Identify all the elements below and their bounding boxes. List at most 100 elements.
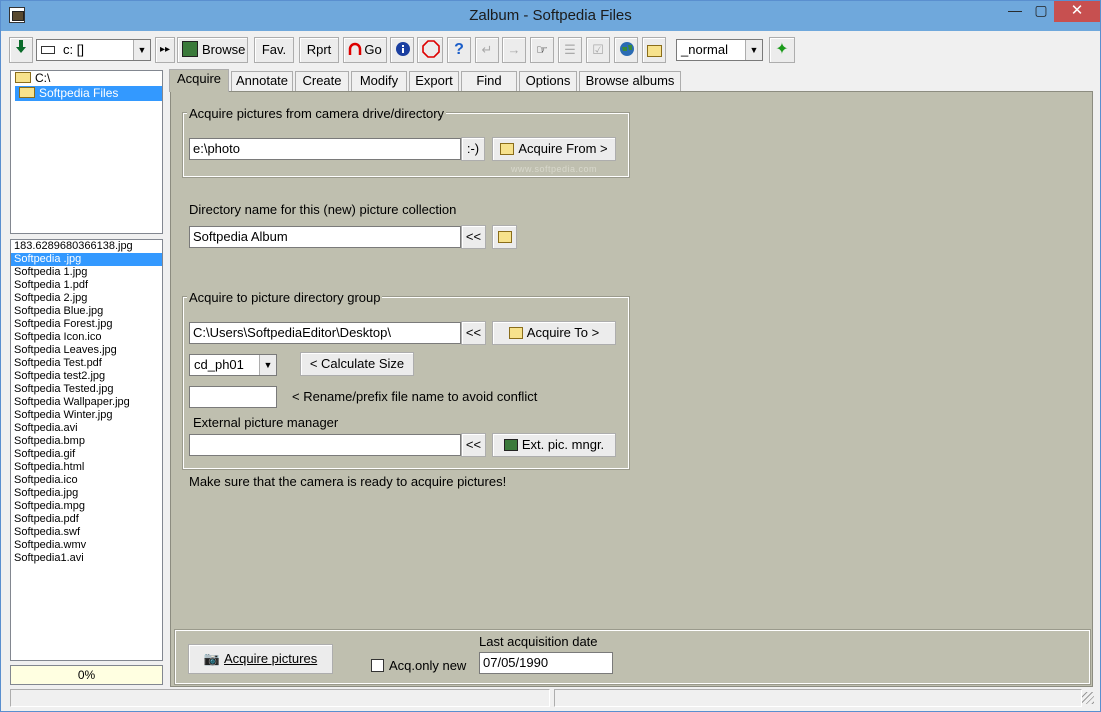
info-icon xyxy=(396,42,410,56)
drive-value: c: [] xyxy=(63,42,84,57)
file-list[interactable]: 183.6289680366138.jpg Softpedia .jpg Sof… xyxy=(10,239,163,661)
tab-browse-albums[interactable]: Browse albums xyxy=(579,71,681,91)
rename-input[interactable] xyxy=(189,386,277,408)
picture-icon xyxy=(182,41,198,57)
run-button[interactable]: ✦ xyxy=(769,37,795,63)
dir-name-back-button[interactable]: << xyxy=(461,225,486,249)
check-list-icon: ☑ xyxy=(592,42,604,57)
check-list-button[interactable]: ☑ xyxy=(586,37,610,63)
list-button[interactable]: ☰ xyxy=(558,37,582,63)
maximize-button[interactable]: ▢ xyxy=(1028,1,1054,22)
progress-indicator: 0% xyxy=(10,665,163,685)
list-item[interactable]: Softpedia Winter.jpg xyxy=(11,409,162,422)
last-date-input[interactable]: 07/05/1990 xyxy=(479,652,613,674)
tab-find[interactable]: Find xyxy=(461,71,517,91)
list-item[interactable]: Softpedia Icon.ico xyxy=(11,331,162,344)
list-item[interactable]: Softpedia Blue.jpg xyxy=(11,305,162,318)
target-path-back-button[interactable]: << xyxy=(461,321,486,345)
toolbar: c: [] ▼ ▸▸ Browse Fav. Rprt Go ? ↵ → ☞ ☰… xyxy=(9,37,1094,65)
go-button[interactable]: Go xyxy=(343,37,387,63)
list-item[interactable]: Softpedia.ico xyxy=(11,474,162,487)
tab-create[interactable]: Create xyxy=(295,71,349,91)
list-item[interactable]: Softpedia.bmp xyxy=(11,435,162,448)
list-item[interactable]: Softpedia.html xyxy=(11,461,162,474)
web-button[interactable] xyxy=(614,37,638,63)
list-item[interactable]: Softpedia 2.jpg xyxy=(11,292,162,305)
go-next-button[interactable]: ▸▸ xyxy=(155,37,175,63)
list-item[interactable]: Softpedia 1.pdf xyxy=(11,279,162,292)
down-arrow-icon xyxy=(16,40,26,53)
info-button[interactable] xyxy=(390,37,414,63)
tree-item-softpedia-files[interactable]: Softpedia Files xyxy=(15,86,162,101)
tab-options[interactable]: Options xyxy=(519,71,577,91)
minimize-button[interactable]: — xyxy=(1002,1,1028,22)
list-item[interactable]: Softpedia.jpg xyxy=(11,487,162,500)
list-item[interactable]: Softpedia 1.jpg xyxy=(11,266,162,279)
dir-name-input[interactable]: Softpedia Album xyxy=(189,226,461,248)
list-item[interactable]: Softpedia.swf xyxy=(11,526,162,539)
folder-button[interactable] xyxy=(642,37,666,63)
chevron-down-icon: ▼ xyxy=(133,40,150,60)
tree-item-root[interactable]: C:\ xyxy=(11,71,162,86)
undo-button[interactable]: ↵ xyxy=(475,37,499,63)
tab-export[interactable]: Export xyxy=(409,71,459,91)
acquire-from-button[interactable]: Acquire From > xyxy=(492,137,616,161)
list-item[interactable]: Softpedia Leaves.jpg xyxy=(11,344,162,357)
ext-manager-button[interactable]: Ext. pic. mngr. xyxy=(492,433,616,457)
list-item[interactable]: Softpedia.avi xyxy=(11,422,162,435)
smiley-button[interactable]: :-) xyxy=(461,137,485,161)
ext-manager-label: External picture manager xyxy=(193,415,339,430)
ext-manager-back-button[interactable]: << xyxy=(461,433,486,457)
list-icon: ☰ xyxy=(564,42,576,57)
drive-select[interactable]: c: [] ▼ xyxy=(36,39,151,61)
group-select[interactable]: cd_ph01 ▼ xyxy=(189,354,277,376)
list-item[interactable]: Softpedia.pdf xyxy=(11,513,162,526)
folder-icon xyxy=(500,143,515,155)
close-button[interactable]: ✕ xyxy=(1054,1,1100,22)
list-item[interactable]: Softpedia Wallpaper.jpg xyxy=(11,396,162,409)
list-item[interactable]: Softpedia1.avi xyxy=(11,552,162,565)
acquire-pictures-button[interactable]: 📷 Acquire pictures xyxy=(188,644,333,674)
list-item[interactable]: Softpedia Tested.jpg xyxy=(11,383,162,396)
acquire-to-button[interactable]: Acquire To > xyxy=(492,321,616,345)
mode-select[interactable]: _normal ▼ xyxy=(676,39,763,61)
tab-annotate[interactable]: Annotate xyxy=(231,71,293,91)
mode-value: _normal xyxy=(681,42,728,57)
tree-item-label: C:\ xyxy=(35,71,51,85)
list-item[interactable]: Softpedia Forest.jpg xyxy=(11,318,162,331)
rprt-button[interactable]: Rprt xyxy=(299,37,339,63)
folder-icon xyxy=(647,45,662,57)
folder-tree[interactable]: C:\ Softpedia Files xyxy=(10,70,163,234)
down-arrow-button[interactable] xyxy=(9,37,33,63)
acq-only-new-checkbox[interactable] xyxy=(371,659,384,672)
status-bar xyxy=(1,688,1100,710)
tab-acquire[interactable]: Acquire xyxy=(169,69,229,92)
browse-button[interactable]: Browse xyxy=(177,37,248,63)
list-item[interactable]: Softpedia.gif xyxy=(11,448,162,461)
list-item[interactable]: Softpedia.mpg xyxy=(11,500,162,513)
list-item[interactable]: Softpedia test2.jpg xyxy=(11,370,162,383)
browse-label: Browse xyxy=(202,42,246,57)
ext-manager-input[interactable] xyxy=(189,434,461,456)
camera-notice: Make sure that the camera is ready to ac… xyxy=(189,474,507,489)
camera-icon: 📷 xyxy=(203,651,220,666)
new-folder-button[interactable] xyxy=(492,225,517,249)
stop-button[interactable] xyxy=(417,37,443,63)
tab-modify[interactable]: Modify xyxy=(351,71,407,91)
list-item[interactable]: Softpedia .jpg xyxy=(11,253,162,266)
point-button[interactable]: ☞ xyxy=(530,37,554,63)
window-title: Zalbum - Softpedia Files xyxy=(469,7,632,24)
fav-button[interactable]: Fav. xyxy=(254,37,294,63)
picture-icon xyxy=(503,439,518,451)
source-path-input[interactable]: e:\photo xyxy=(189,138,461,160)
forward-button[interactable]: → xyxy=(502,37,526,63)
list-item[interactable]: Softpedia Test.pdf xyxy=(11,357,162,370)
resize-grip-icon[interactable] xyxy=(1082,692,1094,704)
status-cell-right xyxy=(554,689,1082,707)
list-item[interactable]: 183.6289680366138.jpg xyxy=(11,240,162,253)
horseshoe-icon xyxy=(349,42,362,55)
target-path-input[interactable]: C:\Users\SoftpediaEditor\Desktop\ xyxy=(189,322,461,344)
list-item[interactable]: Softpedia.wmv xyxy=(11,539,162,552)
help-button[interactable]: ? xyxy=(447,37,471,63)
calculate-size-button[interactable]: < Calculate Size xyxy=(300,352,414,376)
